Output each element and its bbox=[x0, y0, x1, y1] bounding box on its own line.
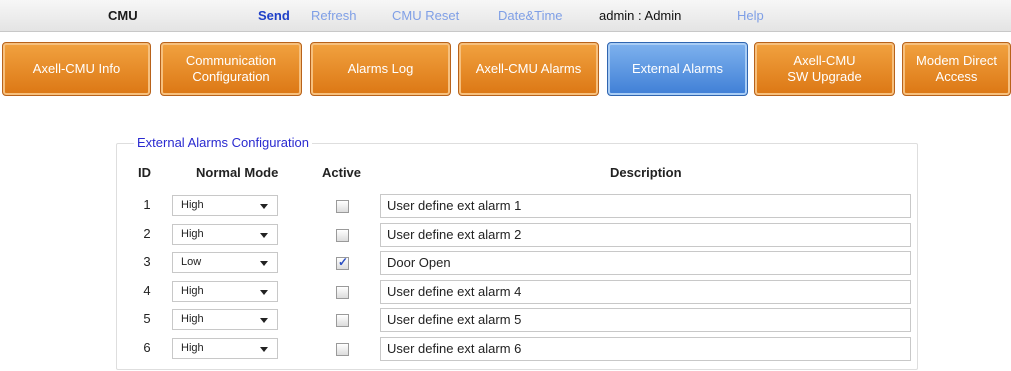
tab-label: Communication bbox=[185, 53, 277, 68]
chevron-down-icon bbox=[260, 347, 268, 352]
chevron-down-icon bbox=[260, 204, 268, 209]
normal-mode-select[interactable]: High bbox=[172, 224, 278, 245]
tab-axell-cmu-sw-upgrade[interactable]: Axell-CMU SW Upgrade bbox=[754, 42, 895, 96]
description-input[interactable]: User define ext alarm 2 bbox=[380, 223, 911, 247]
row-id: 2 bbox=[143, 226, 151, 241]
send-link[interactable]: Send bbox=[258, 8, 290, 23]
tab-strip: Axell-CMU Info Communication Configuratio… bbox=[0, 38, 1011, 102]
tab-label: SW Upgrade bbox=[787, 69, 862, 84]
row-id: 5 bbox=[143, 311, 151, 326]
header-id: ID bbox=[138, 165, 151, 180]
tab-modem-direct-access[interactable]: Modem Direct Access bbox=[902, 42, 1011, 96]
active-checkbox[interactable] bbox=[336, 286, 349, 299]
row-id: 3 bbox=[143, 254, 151, 269]
tab-label: Access bbox=[935, 69, 978, 84]
refresh-link[interactable]: Refresh bbox=[311, 8, 357, 23]
row-id: 1 bbox=[143, 197, 151, 212]
tab-label: External Alarms bbox=[631, 61, 724, 76]
description-input[interactable]: User define ext alarm 4 bbox=[380, 280, 911, 304]
description-input[interactable]: User define ext alarm 5 bbox=[380, 308, 911, 332]
active-checkbox[interactable]: ✓ bbox=[336, 255, 349, 270]
brand-label: CMU bbox=[108, 8, 138, 23]
row-id: 4 bbox=[143, 283, 151, 298]
checkmark-icon: ✓ bbox=[338, 255, 349, 269]
normal-mode-select[interactable]: High bbox=[172, 281, 278, 302]
active-checkbox[interactable] bbox=[336, 314, 349, 327]
normal-mode-select[interactable]: High bbox=[172, 309, 278, 330]
tab-label: Modem Direct bbox=[916, 53, 997, 68]
normal-mode-select[interactable]: Low bbox=[172, 252, 278, 273]
description-input[interactable]: Door Open bbox=[380, 251, 911, 275]
help-link[interactable]: Help bbox=[737, 8, 764, 23]
chevron-down-icon bbox=[260, 233, 268, 238]
date-time-link[interactable]: Date&Time bbox=[498, 8, 563, 23]
top-menu-bar: CMU Send Refresh CMU Reset Date&Time adm… bbox=[0, 0, 1011, 32]
normal-mode-value: High bbox=[181, 199, 204, 211]
tab-label: Axell-CMU Alarms bbox=[475, 61, 582, 76]
tab-label: Configuration bbox=[192, 69, 270, 84]
row-id: 6 bbox=[143, 340, 151, 355]
user-label: admin : Admin bbox=[599, 8, 682, 23]
normal-mode-value: High bbox=[181, 285, 204, 297]
tab-communication-configuration[interactable]: Communication Configuration bbox=[160, 42, 302, 96]
normal-mode-select[interactable]: High bbox=[172, 338, 278, 359]
chevron-down-icon bbox=[260, 290, 268, 295]
chevron-down-icon bbox=[260, 261, 268, 266]
tab-label: Axell-CMU bbox=[793, 53, 856, 68]
description-input[interactable]: User define ext alarm 6 bbox=[380, 337, 911, 361]
description-input[interactable]: User define ext alarm 1 bbox=[380, 194, 911, 218]
active-checkbox[interactable] bbox=[336, 229, 349, 242]
normal-mode-value: Low bbox=[181, 256, 202, 268]
tab-external-alarms[interactable]: External Alarms bbox=[607, 42, 748, 96]
tab-label: Axell-CMU Info bbox=[32, 61, 121, 76]
normal-mode-value: High bbox=[181, 228, 204, 240]
active-checkbox[interactable] bbox=[336, 343, 349, 356]
active-checkbox[interactable] bbox=[336, 200, 349, 213]
header-active: Active bbox=[322, 165, 362, 180]
normal-mode-value: High bbox=[181, 313, 204, 325]
tab-axell-cmu-alarms[interactable]: Axell-CMU Alarms bbox=[458, 42, 599, 96]
chevron-down-icon bbox=[260, 318, 268, 323]
panel-legend: External Alarms Configuration bbox=[134, 135, 312, 150]
header-description: Description bbox=[610, 165, 682, 180]
normal-mode-select[interactable]: High bbox=[172, 195, 278, 216]
tab-axell-cmu-info[interactable]: Axell-CMU Info bbox=[2, 42, 151, 96]
tab-label: Alarms Log bbox=[347, 61, 414, 76]
normal-mode-value: High bbox=[181, 342, 204, 354]
header-normal-mode: Normal Mode bbox=[196, 165, 279, 180]
cmu-reset-link[interactable]: CMU Reset bbox=[392, 8, 459, 23]
tab-alarms-log[interactable]: Alarms Log bbox=[310, 42, 451, 96]
